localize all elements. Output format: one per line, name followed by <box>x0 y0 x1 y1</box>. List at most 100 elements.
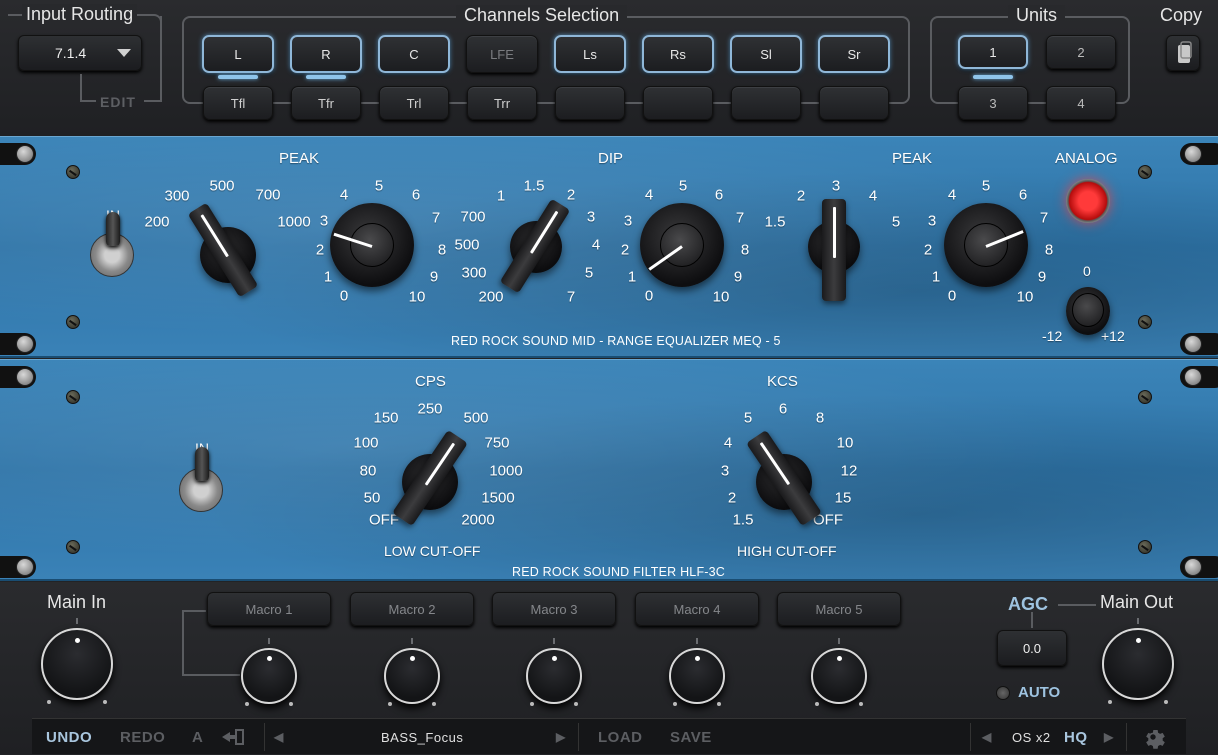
routing-bracket-right <box>160 16 162 102</box>
os-prev-button[interactable]: ◀ <box>982 719 992 755</box>
preset-name[interactable]: BASS_Focus <box>381 719 463 755</box>
ab-copy-button[interactable] <box>218 719 246 755</box>
unit-button-1[interactable]: 1 <box>958 35 1028 69</box>
high-cutoff-caption: HIGH CUT-OFF <box>737 543 837 559</box>
routing-format-value: 7.1.4 <box>55 45 87 61</box>
knob-range-dot <box>47 700 51 704</box>
peak1-boost-knob[interactable] <box>330 203 414 287</box>
knob-tick <box>696 638 698 644</box>
main-in-knob[interactable] <box>41 628 113 700</box>
macro-bracket <box>182 610 206 612</box>
channel-button-ls[interactable]: Ls <box>554 35 626 73</box>
copy-button[interactable] <box>1166 35 1200 71</box>
scale-label: 6 <box>1018 186 1028 204</box>
preset-prev-button[interactable]: ◀ <box>274 719 284 755</box>
hlf-in-toggle[interactable] <box>179 447 223 512</box>
scale-label: 1 <box>931 268 941 286</box>
macro-knob-4[interactable] <box>669 648 725 704</box>
macro-button-4[interactable]: Macro 4 <box>635 592 759 626</box>
channel-button-sr[interactable]: Sr <box>818 35 890 73</box>
scale-label: 150 <box>373 409 399 427</box>
channel-button-trl[interactable]: Trl <box>379 86 449 120</box>
auto-radio[interactable] <box>996 686 1010 700</box>
scale-label: 0 <box>339 287 349 305</box>
scale-label: 5 <box>374 177 384 195</box>
channel-button-empty-4[interactable] <box>555 86 625 120</box>
oversampling-value[interactable]: OS x2 <box>1012 719 1051 755</box>
knob-pointer <box>409 656 415 661</box>
macro-knob-1[interactable] <box>241 648 297 704</box>
channel-button-trr[interactable]: Trr <box>467 86 537 120</box>
channel-button-rs[interactable]: Rs <box>642 35 714 73</box>
channel-active-indicator <box>218 75 258 79</box>
peak2-title: PEAK <box>892 150 933 167</box>
macro-knob-5[interactable] <box>811 648 867 704</box>
channel-button-r[interactable]: R <box>290 35 362 73</box>
scale-label: 80 <box>359 462 377 480</box>
hq-toggle[interactable]: HQ <box>1064 719 1088 755</box>
knob-tick <box>838 638 840 644</box>
gear-icon <box>1146 729 1165 749</box>
analog-gain-max: +12 <box>1101 328 1125 344</box>
channel-button-tfl[interactable]: Tfl <box>203 86 273 120</box>
edit-button[interactable]: EDIT <box>100 94 136 110</box>
channel-button-empty-5[interactable] <box>643 86 713 120</box>
rack-ear <box>0 366 36 388</box>
channel-button-empty-7[interactable] <box>819 86 889 120</box>
peak2-boost-knob[interactable] <box>944 203 1028 287</box>
macro-knob-3[interactable] <box>526 648 582 704</box>
channel-button-l[interactable]: L <box>202 35 274 73</box>
scale-label: 1 <box>627 268 637 286</box>
agc-value-field[interactable]: 0.0 <box>997 630 1067 666</box>
ab-compare-button[interactable]: A <box>192 719 203 755</box>
main-out-label: Main Out <box>1100 592 1174 612</box>
scale-label: 1500 <box>481 489 515 507</box>
save-button[interactable]: SAVE <box>670 719 712 755</box>
copy-title: Copy <box>1160 5 1203 25</box>
screw <box>1138 390 1152 404</box>
preset-next-button[interactable]: ▶ <box>556 719 566 755</box>
unit-button-3[interactable]: 3 <box>958 86 1028 120</box>
scale-label: 1000 <box>277 213 311 231</box>
dip-amount-knob[interactable] <box>640 203 724 287</box>
rack-ear <box>0 556 36 578</box>
scale-label: 10 <box>712 288 730 306</box>
channel-button-c[interactable]: C <box>378 35 450 73</box>
routing-format-dropdown[interactable]: 7.1.4 <box>18 35 142 71</box>
main-out-knob[interactable] <box>1102 628 1174 700</box>
scale-label: 5 <box>743 409 753 427</box>
channel-button-empty-6[interactable] <box>731 86 801 120</box>
macro-button-5[interactable]: Macro 5 <box>777 592 901 626</box>
load-button[interactable]: LOAD <box>598 719 643 755</box>
macro-button-3[interactable]: Macro 3 <box>492 592 616 626</box>
rack-ear <box>0 333 36 355</box>
analog-gain-knob[interactable] <box>1066 287 1110 335</box>
meq-in-toggle[interactable] <box>90 212 134 277</box>
channel-button-tfr[interactable]: Tfr <box>291 86 361 120</box>
scale-label: 8 <box>437 241 447 259</box>
screw <box>66 315 80 329</box>
scale-label: 500 <box>463 409 489 427</box>
channel-button-sl[interactable]: Sl <box>730 35 802 73</box>
scale-label: 9 <box>1037 268 1047 286</box>
dip-title: DIP <box>598 150 624 167</box>
settings-button[interactable] <box>1140 719 1166 755</box>
macro-button-1[interactable]: Macro 1 <box>207 592 331 626</box>
macro-button-2[interactable]: Macro 2 <box>350 592 474 626</box>
channel-button-lfe[interactable]: LFE <box>466 35 538 73</box>
undo-button[interactable]: UNDO <box>46 719 92 755</box>
channel-active-indicator <box>306 75 346 79</box>
scale-label: 5 <box>678 177 688 195</box>
scale-label: 2000 <box>461 511 495 529</box>
edit-connector <box>80 74 82 102</box>
os-next-button[interactable]: ▶ <box>1104 719 1114 755</box>
unit-button-2[interactable]: 2 <box>1046 35 1116 69</box>
unit-button-4[interactable]: 4 <box>1046 86 1116 120</box>
scale-label: 5 <box>891 213 901 231</box>
scale-label: 3 <box>623 212 633 230</box>
macro-knob-2[interactable] <box>384 648 440 704</box>
redo-button[interactable]: REDO <box>120 719 165 755</box>
knob-pointer <box>266 656 272 661</box>
analog-led-button[interactable] <box>1066 179 1110 223</box>
knob-range-dot <box>717 702 721 706</box>
